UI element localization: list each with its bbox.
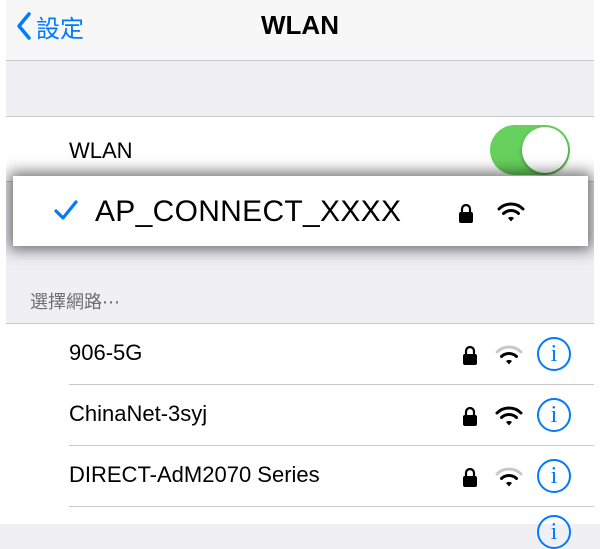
- current-network-row[interactable]: AP_CONNECT_XXXX: [13, 176, 588, 246]
- wlan-toggle-switch[interactable]: [490, 125, 570, 175]
- lock-icon: [463, 467, 477, 487]
- current-network-ssid: AP_CONNECT_XXXX: [95, 195, 402, 228]
- page-edge-right: [594, 0, 600, 519]
- page-edge-left: [0, 0, 6, 519]
- list-item[interactable]: 906-5G i: [0, 324, 600, 384]
- wifi-icon: [495, 406, 523, 426]
- wlan-toggle-label: WLAN: [69, 138, 133, 163]
- wifi-icon: [495, 345, 523, 365]
- wifi-icon: [495, 467, 523, 487]
- info-icon: i: [550, 462, 558, 489]
- info-icon: i: [550, 518, 558, 545]
- checkmark-icon: [54, 200, 78, 220]
- info-icon: i: [550, 340, 558, 367]
- network-ssid: 906-5G: [69, 340, 143, 365]
- info-button[interactable]: i: [537, 398, 571, 432]
- info-button[interactable]: i: [537, 459, 571, 493]
- info-button[interactable]: i: [537, 337, 571, 371]
- network-ssid: DIRECT-AdM2070 Series: [69, 462, 320, 487]
- network-list: 906-5G i ChinaNet-3syj i DIRECT-AdM2070 …: [0, 323, 600, 549]
- info-icon: i: [550, 401, 558, 428]
- lock-icon: [459, 203, 473, 223]
- networks-section-header: 選擇網路⋯: [30, 292, 120, 313]
- list-item[interactable]: DIRECT-AdM2070 Series i: [0, 446, 600, 506]
- toggle-knob: [522, 127, 568, 173]
- list-item[interactable]: ChinaNet-3syj i: [0, 385, 600, 445]
- info-button[interactable]: i: [537, 515, 571, 549]
- lock-icon: [463, 345, 477, 365]
- page-title: WLAN: [261, 10, 339, 40]
- lock-icon: [463, 406, 477, 426]
- network-ssid: ChinaNet-3syj: [69, 401, 208, 426]
- wifi-icon: [497, 202, 525, 222]
- navigation-bar: 設定 WLAN: [0, 0, 600, 61]
- row-separator: [69, 506, 600, 507]
